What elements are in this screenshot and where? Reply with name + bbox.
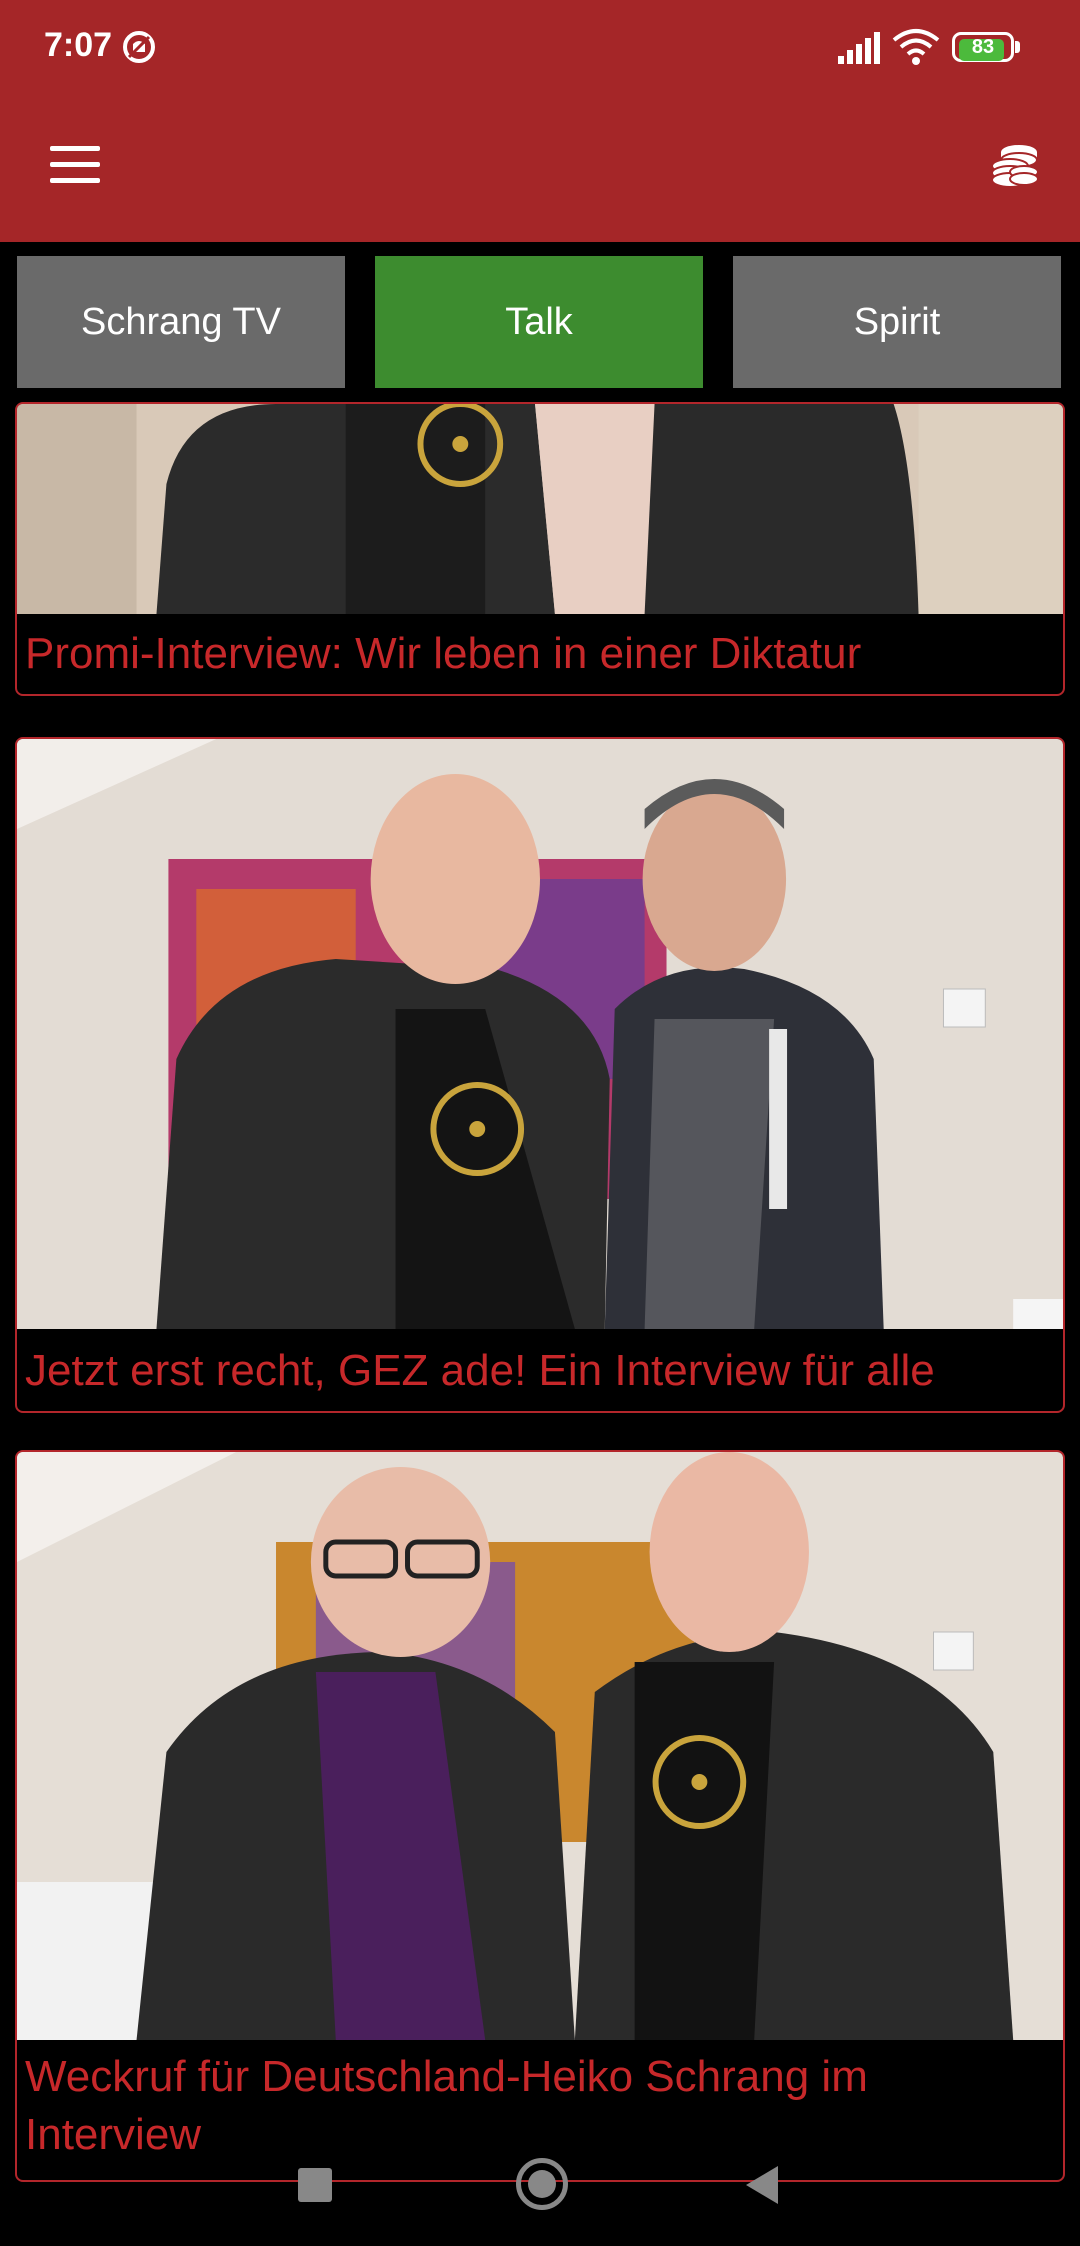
video-title: Promi-Interview: Wir leben in einer Dikt…: [25, 629, 862, 678]
do-not-disturb-icon: [123, 31, 155, 63]
coins-stack-icon[interactable]: [986, 140, 1040, 190]
status-bar: 7:07 83: [0, 0, 1080, 96]
tab-label: Spirit: [853, 300, 941, 343]
tab-label: Talk: [505, 300, 573, 343]
home-icon[interactable]: [516, 2158, 568, 2210]
video-feed[interactable]: Promi-Interview: Wir leben in einer Dikt…: [0, 402, 1080, 2246]
video-card[interactable]: Promi-Interview: Wir leben in einer Dikt…: [15, 402, 1065, 696]
system-navigation-bar: [0, 2146, 1080, 2246]
tab-label: Schrang TV: [81, 300, 281, 343]
video-thumbnail: [17, 739, 1063, 1329]
video-title: Jetzt erst recht, GEZ ade! Ein Interview…: [25, 1346, 935, 1395]
menu-icon[interactable]: [50, 146, 104, 186]
video-card[interactable]: Jetzt erst recht, GEZ ade! Ein Interview…: [15, 737, 1065, 1413]
back-icon[interactable]: [746, 2166, 778, 2204]
video-thumbnail: [17, 404, 1063, 614]
battery-level: 83: [971, 36, 995, 58]
recents-icon[interactable]: [298, 2168, 332, 2202]
status-time: 7:07: [44, 26, 113, 64]
tab-spirit[interactable]: Spirit: [733, 256, 1061, 388]
category-tabs: Schrang TV Talk Spirit: [0, 256, 1080, 390]
battery-icon: 83: [952, 32, 1022, 62]
wifi-icon: [892, 29, 940, 65]
tab-talk[interactable]: Talk: [375, 256, 703, 388]
app-header: 7:07 83: [0, 0, 1080, 242]
video-thumbnail: [17, 1452, 1063, 2040]
video-card[interactable]: Weckruf für Deutschland-Heiko Schrang im…: [15, 1450, 1065, 2182]
signal-icon: [838, 32, 880, 64]
tab-schrang-tv[interactable]: Schrang TV: [17, 256, 345, 388]
